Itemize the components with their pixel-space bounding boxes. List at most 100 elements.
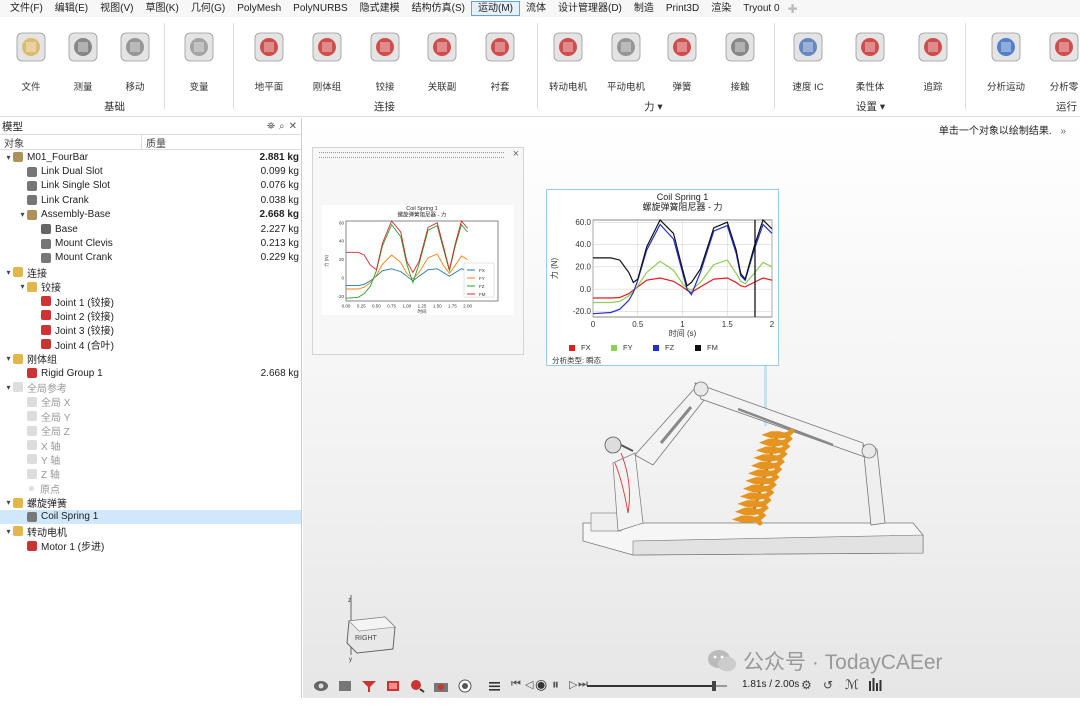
tree-row[interactable]: ▾ M01_FourBar 2.881 kg (0, 150, 301, 164)
plot-curve-icon[interactable]: ℳ (845, 677, 859, 693)
column-mass[interactable]: 质量 (142, 135, 166, 150)
link-dual-slot[interactable] (634, 387, 709, 466)
ribbon-button-flexible-body[interactable]: 柔性体 (842, 23, 898, 93)
search-icon[interactable]: ⌕ (279, 121, 285, 132)
ribbon-button-velocity-ic[interactable]: 速度 IC (780, 23, 836, 93)
tree-row[interactable]: ▾ 螺旋弹簧 (0, 495, 301, 510)
tree-row[interactable]: Base 2.227 kg (0, 222, 301, 236)
ribbon-button-ground[interactable]: 地平面 (241, 23, 297, 93)
ribbon-button-rigid-group[interactable]: 刚体组 (299, 23, 355, 93)
ribbon-button-translational-motor[interactable]: 平动电机 (598, 23, 654, 93)
ribbon-button-bushing[interactable]: 衬套 (472, 23, 528, 93)
tree-row[interactable]: Motor 1 (步进) (0, 539, 301, 553)
tree-row[interactable]: ▾ 铰接 (0, 280, 301, 294)
drag-handle[interactable] (319, 152, 504, 158)
tree-row[interactable]: ▾ 刚体组 (0, 351, 301, 366)
chevron-down-icon[interactable]: ▾ (4, 153, 13, 162)
timeline-handle[interactable] (711, 681, 716, 691)
chevron-down-icon[interactable]: ▾ (4, 268, 13, 277)
tree-row[interactable]: Joint 3 (铰接) (0, 323, 301, 337)
menu-item-12[interactable]: 制造 (628, 0, 660, 17)
menu-item-5[interactable]: PolyMesh (231, 0, 287, 17)
binoculars-icon[interactable]: ⛯ (267, 121, 275, 132)
ribbon-button-rotary-motor[interactable]: 转动电机 (540, 23, 596, 93)
menu-item-15[interactable]: Tryout 0 (737, 0, 785, 17)
menu-item-14[interactable]: 渲染 (705, 0, 737, 17)
fourbar-model[interactable] (573, 373, 933, 573)
ribbon-button-variable[interactable]: 变量 (171, 23, 227, 93)
tree-row[interactable]: Mount Crank 0.229 kg (0, 251, 301, 265)
settings-icon[interactable]: ⚙ (801, 678, 812, 692)
tree-row[interactable]: ▾ 转动电机 (0, 524, 301, 539)
step-forward-icon[interactable]: ▷ (569, 678, 577, 691)
chevron-down-icon[interactable]: ▾ (18, 210, 27, 219)
tree-row[interactable]: 全局 X (0, 395, 301, 409)
section-icon[interactable] (361, 679, 377, 693)
menu-item-9[interactable]: 运动(M) (470, 1, 520, 16)
menu-item-10[interactable]: 流体 (520, 0, 552, 17)
tree-row[interactable]: 全局 Z (0, 423, 301, 438)
graphics-viewport[interactable]: 单击一个对象以绘制结果. » × Coil Spring 1 螺旋弹簧阻尼器 - … (303, 118, 1080, 698)
tree-row[interactable]: Mount Clevis 0.213 kg (0, 236, 301, 250)
tree-row[interactable]: ▾ 连接 (0, 265, 301, 280)
ribbon-button-files[interactable]: 文件 (3, 23, 59, 93)
tree-row[interactable]: Y 轴 (0, 452, 301, 467)
pause-icon[interactable]: ⏸ (552, 676, 559, 693)
column-object[interactable]: 对象 (0, 134, 142, 150)
menu-item-3[interactable]: 草图(K) (139, 0, 184, 17)
render-mode-icon[interactable] (385, 679, 401, 693)
tree-row[interactable]: Coil Spring 1 (0, 509, 301, 525)
tree-row[interactable]: Link Crank 0.038 kg (0, 193, 301, 207)
loop-icon[interactable]: ↺ (823, 678, 833, 692)
view-cube[interactable]: z RIGHT y (341, 593, 401, 663)
ribbon-button-coupler[interactable]: 关联副 (414, 23, 470, 93)
plot-panel-thumbnail[interactable]: × Coil Spring 1 螺旋弹簧阻尼器 - 力 -20 0 20 40 60 0.00… (312, 147, 524, 355)
chevron-down-icon[interactable]: ▾ (4, 527, 13, 536)
tree-row[interactable]: Rigid Group 1 2.668 kg (0, 366, 301, 380)
tree-row[interactable]: X 轴 (0, 438, 301, 453)
ribbon-button-trace[interactable]: 追踪 (905, 23, 961, 93)
ribbon-button-spring[interactable]: 弹簧 (654, 23, 710, 93)
menu-item-0[interactable]: 文件(F) (4, 0, 49, 17)
zoom-icon[interactable] (409, 679, 425, 693)
menu-item-13[interactable]: Print3D (660, 0, 705, 17)
chevron-right-icon[interactable]: » (1060, 126, 1066, 137)
close-icon[interactable]: ✕ (289, 121, 297, 132)
timeline-slider[interactable] (587, 681, 727, 691)
tree-row[interactable]: 全局 Y (0, 409, 301, 424)
menu-item-1[interactable]: 编辑(E) (49, 0, 94, 17)
group-label-forces[interactable]: 力 ▾ (644, 99, 663, 114)
menu-item-8[interactable]: 结构仿真(S) (406, 0, 471, 17)
tree-row[interactable]: 原点 (0, 481, 301, 496)
menu-item-4[interactable]: 几何(G) (185, 0, 231, 17)
stop-icon[interactable]: ◉ (535, 676, 547, 693)
menu-item-11[interactable]: 设计管理器(D) (552, 0, 628, 17)
motor[interactable] (604, 436, 622, 454)
menu-icon[interactable] (489, 679, 505, 693)
globe-icon[interactable] (457, 679, 473, 693)
menu-item-2[interactable]: 视图(V) (94, 0, 139, 17)
group-label-settings[interactable]: 设置 ▾ (856, 99, 885, 114)
chevron-down-icon[interactable]: ▾ (4, 383, 13, 392)
tree-row[interactable]: ▾ Assembly-Base 2.668 kg (0, 208, 301, 222)
tree-row[interactable]: Joint 4 (合叶) (0, 337, 301, 352)
chevron-down-icon[interactable]: ▾ (18, 282, 27, 291)
chevron-down-icon[interactable]: ▾ (4, 498, 13, 507)
tree-row[interactable]: Link Single Slot 0.076 kg (0, 179, 301, 193)
bar-chart-icon[interactable] (869, 677, 883, 694)
coil-spring[interactable] (731, 428, 795, 526)
add-tab-icon[interactable]: ✚ (786, 2, 798, 16)
visibility-icon[interactable] (313, 679, 329, 693)
tree-row[interactable]: Joint 1 (铰接) (0, 294, 301, 309)
step-back-icon[interactable]: ◁ (525, 678, 533, 691)
camera-icon[interactable] (433, 679, 449, 693)
chevron-down-icon[interactable]: ▾ (4, 354, 13, 363)
ribbon-button-joint[interactable]: 铰接 (357, 23, 413, 93)
menu-item-6[interactable]: PolyNURBS (287, 0, 353, 17)
ribbon-button-run-analysis[interactable]: 分析运动 (978, 23, 1034, 93)
tree-row[interactable]: Link Dual Slot 0.099 kg (0, 164, 301, 178)
tree-row[interactable]: Z 轴 (0, 467, 301, 481)
link-single-slot[interactable] (694, 382, 866, 458)
close-icon[interactable]: × (513, 148, 519, 160)
ribbon-button-contact[interactable]: 接触 (712, 23, 768, 93)
